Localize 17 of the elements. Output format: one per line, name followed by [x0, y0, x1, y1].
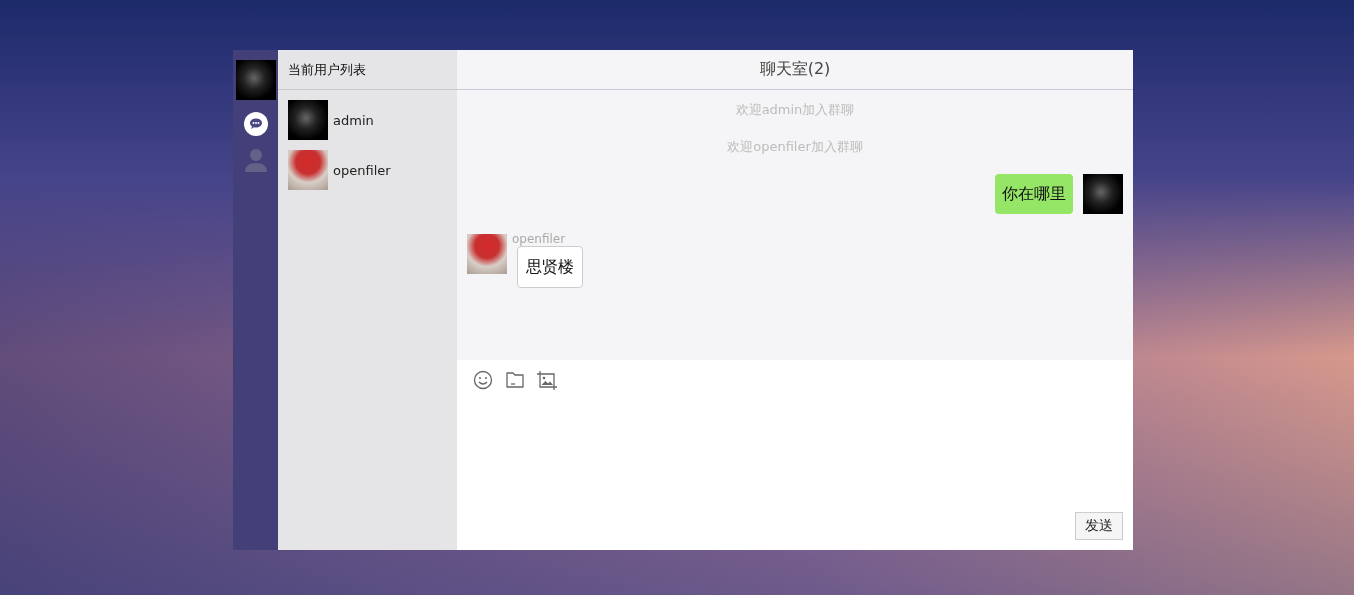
user-item[interactable]: openfiler: [278, 145, 457, 195]
chat-title: 聊天室(2): [759, 59, 831, 80]
message-bubble: 思贤楼: [517, 246, 583, 288]
folder-icon[interactable]: [505, 371, 525, 389]
user-list-title: 当前用户列表: [288, 60, 366, 79]
send-button[interactable]: 发送: [1075, 512, 1123, 540]
sender-name: openfiler: [512, 232, 567, 246]
avatar-image: [288, 150, 328, 190]
avatar-image: [1083, 174, 1123, 214]
smiley-icon[interactable]: [473, 370, 493, 390]
image-icon[interactable]: [537, 370, 558, 390]
message-bubble: 你在哪里: [995, 174, 1073, 214]
avatar-image: [288, 100, 328, 140]
chat-icon[interactable]: [243, 112, 268, 136]
user-item[interactable]: admin: [278, 95, 457, 145]
avatar-image: [235, 60, 276, 100]
avatar-image: [467, 234, 507, 274]
